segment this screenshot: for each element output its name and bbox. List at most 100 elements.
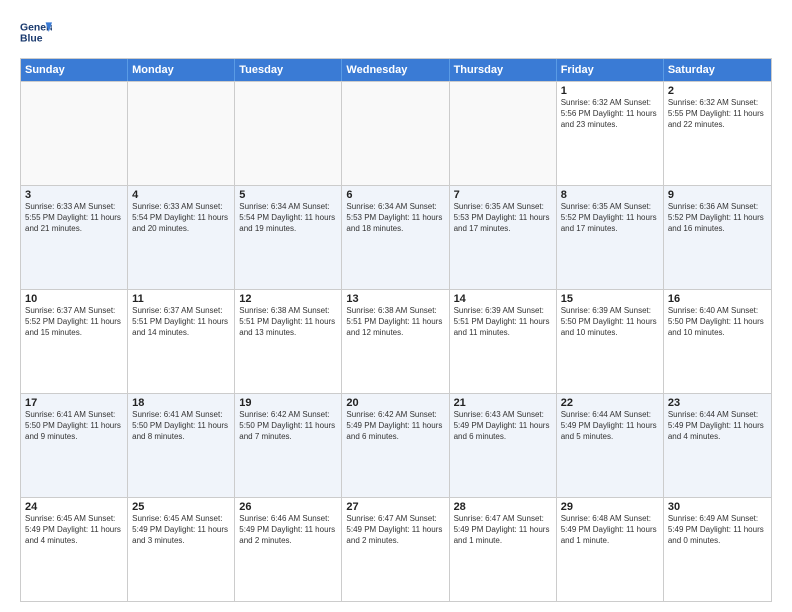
day-number: 12	[239, 293, 337, 305]
day-info: Sunrise: 6:44 AM Sunset: 5:49 PM Dayligh…	[561, 410, 659, 442]
calendar-cell: 6Sunrise: 6:34 AM Sunset: 5:53 PM Daylig…	[342, 186, 449, 289]
day-number: 5	[239, 189, 337, 201]
day-info: Sunrise: 6:41 AM Sunset: 5:50 PM Dayligh…	[132, 410, 230, 442]
day-info: Sunrise: 6:41 AM Sunset: 5:50 PM Dayligh…	[25, 410, 123, 442]
day-info: Sunrise: 6:45 AM Sunset: 5:49 PM Dayligh…	[132, 514, 230, 546]
day-number: 18	[132, 397, 230, 409]
day-number: 9	[668, 189, 767, 201]
calendar-cell: 26Sunrise: 6:46 AM Sunset: 5:49 PM Dayli…	[235, 498, 342, 601]
day-number: 16	[668, 293, 767, 305]
day-number: 7	[454, 189, 552, 201]
day-number: 23	[668, 397, 767, 409]
calendar-cell: 25Sunrise: 6:45 AM Sunset: 5:49 PM Dayli…	[128, 498, 235, 601]
calendar-cell: 5Sunrise: 6:34 AM Sunset: 5:54 PM Daylig…	[235, 186, 342, 289]
calendar-cell: 13Sunrise: 6:38 AM Sunset: 5:51 PM Dayli…	[342, 290, 449, 393]
day-info: Sunrise: 6:32 AM Sunset: 5:56 PM Dayligh…	[561, 98, 659, 130]
calendar-cell	[21, 82, 128, 185]
header-day-monday: Monday	[128, 59, 235, 81]
day-number: 28	[454, 501, 552, 513]
day-info: Sunrise: 6:42 AM Sunset: 5:49 PM Dayligh…	[346, 410, 444, 442]
calendar-cell: 11Sunrise: 6:37 AM Sunset: 5:51 PM Dayli…	[128, 290, 235, 393]
calendar-row: 24Sunrise: 6:45 AM Sunset: 5:49 PM Dayli…	[21, 497, 771, 601]
calendar-cell: 27Sunrise: 6:47 AM Sunset: 5:49 PM Dayli…	[342, 498, 449, 601]
day-number: 3	[25, 189, 123, 201]
calendar-cell: 10Sunrise: 6:37 AM Sunset: 5:52 PM Dayli…	[21, 290, 128, 393]
day-number: 20	[346, 397, 444, 409]
day-number: 8	[561, 189, 659, 201]
day-number: 29	[561, 501, 659, 513]
day-info: Sunrise: 6:39 AM Sunset: 5:51 PM Dayligh…	[454, 306, 552, 338]
day-info: Sunrise: 6:36 AM Sunset: 5:52 PM Dayligh…	[668, 202, 767, 234]
calendar-cell: 19Sunrise: 6:42 AM Sunset: 5:50 PM Dayli…	[235, 394, 342, 497]
calendar-header: SundayMondayTuesdayWednesdayThursdayFrid…	[21, 59, 771, 81]
day-info: Sunrise: 6:40 AM Sunset: 5:50 PM Dayligh…	[668, 306, 767, 338]
day-info: Sunrise: 6:43 AM Sunset: 5:49 PM Dayligh…	[454, 410, 552, 442]
calendar-body: 1Sunrise: 6:32 AM Sunset: 5:56 PM Daylig…	[21, 81, 771, 601]
calendar-cell: 29Sunrise: 6:48 AM Sunset: 5:49 PM Dayli…	[557, 498, 664, 601]
calendar-cell: 24Sunrise: 6:45 AM Sunset: 5:49 PM Dayli…	[21, 498, 128, 601]
page: General Blue SundayMondayTuesdayWednesda…	[0, 0, 792, 612]
calendar-cell: 17Sunrise: 6:41 AM Sunset: 5:50 PM Dayli…	[21, 394, 128, 497]
day-number: 26	[239, 501, 337, 513]
day-number: 25	[132, 501, 230, 513]
calendar-row: 1Sunrise: 6:32 AM Sunset: 5:56 PM Daylig…	[21, 81, 771, 185]
day-number: 24	[25, 501, 123, 513]
header-day-wednesday: Wednesday	[342, 59, 449, 81]
calendar-cell: 12Sunrise: 6:38 AM Sunset: 5:51 PM Dayli…	[235, 290, 342, 393]
calendar-cell: 9Sunrise: 6:36 AM Sunset: 5:52 PM Daylig…	[664, 186, 771, 289]
calendar-cell: 4Sunrise: 6:33 AM Sunset: 5:54 PM Daylig…	[128, 186, 235, 289]
day-number: 1	[561, 85, 659, 97]
calendar-cell: 2Sunrise: 6:32 AM Sunset: 5:55 PM Daylig…	[664, 82, 771, 185]
day-info: Sunrise: 6:33 AM Sunset: 5:54 PM Dayligh…	[132, 202, 230, 234]
day-info: Sunrise: 6:39 AM Sunset: 5:50 PM Dayligh…	[561, 306, 659, 338]
logo-icon: General Blue	[20, 16, 52, 48]
day-info: Sunrise: 6:46 AM Sunset: 5:49 PM Dayligh…	[239, 514, 337, 546]
day-info: Sunrise: 6:42 AM Sunset: 5:50 PM Dayligh…	[239, 410, 337, 442]
calendar-row: 3Sunrise: 6:33 AM Sunset: 5:55 PM Daylig…	[21, 185, 771, 289]
calendar-cell	[128, 82, 235, 185]
day-number: 15	[561, 293, 659, 305]
day-info: Sunrise: 6:33 AM Sunset: 5:55 PM Dayligh…	[25, 202, 123, 234]
calendar-cell: 16Sunrise: 6:40 AM Sunset: 5:50 PM Dayli…	[664, 290, 771, 393]
calendar-cell: 1Sunrise: 6:32 AM Sunset: 5:56 PM Daylig…	[557, 82, 664, 185]
header: General Blue	[20, 16, 772, 48]
day-info: Sunrise: 6:34 AM Sunset: 5:53 PM Dayligh…	[346, 202, 444, 234]
calendar-cell: 8Sunrise: 6:35 AM Sunset: 5:52 PM Daylig…	[557, 186, 664, 289]
day-number: 27	[346, 501, 444, 513]
day-info: Sunrise: 6:38 AM Sunset: 5:51 PM Dayligh…	[346, 306, 444, 338]
day-number: 17	[25, 397, 123, 409]
day-number: 11	[132, 293, 230, 305]
header-day-thursday: Thursday	[450, 59, 557, 81]
calendar-cell	[235, 82, 342, 185]
calendar-cell: 30Sunrise: 6:49 AM Sunset: 5:49 PM Dayli…	[664, 498, 771, 601]
header-day-saturday: Saturday	[664, 59, 771, 81]
calendar-cell	[450, 82, 557, 185]
day-info: Sunrise: 6:37 AM Sunset: 5:51 PM Dayligh…	[132, 306, 230, 338]
day-number: 10	[25, 293, 123, 305]
day-info: Sunrise: 6:37 AM Sunset: 5:52 PM Dayligh…	[25, 306, 123, 338]
calendar-cell: 22Sunrise: 6:44 AM Sunset: 5:49 PM Dayli…	[557, 394, 664, 497]
calendar-cell: 14Sunrise: 6:39 AM Sunset: 5:51 PM Dayli…	[450, 290, 557, 393]
calendar: SundayMondayTuesdayWednesdayThursdayFrid…	[20, 58, 772, 602]
day-info: Sunrise: 6:48 AM Sunset: 5:49 PM Dayligh…	[561, 514, 659, 546]
header-day-sunday: Sunday	[21, 59, 128, 81]
day-number: 22	[561, 397, 659, 409]
day-info: Sunrise: 6:32 AM Sunset: 5:55 PM Dayligh…	[668, 98, 767, 130]
calendar-cell: 28Sunrise: 6:47 AM Sunset: 5:49 PM Dayli…	[450, 498, 557, 601]
day-number: 19	[239, 397, 337, 409]
day-number: 4	[132, 189, 230, 201]
day-info: Sunrise: 6:35 AM Sunset: 5:52 PM Dayligh…	[561, 202, 659, 234]
calendar-cell: 18Sunrise: 6:41 AM Sunset: 5:50 PM Dayli…	[128, 394, 235, 497]
calendar-cell: 21Sunrise: 6:43 AM Sunset: 5:49 PM Dayli…	[450, 394, 557, 497]
day-info: Sunrise: 6:45 AM Sunset: 5:49 PM Dayligh…	[25, 514, 123, 546]
day-info: Sunrise: 6:47 AM Sunset: 5:49 PM Dayligh…	[454, 514, 552, 546]
svg-text:Blue: Blue	[20, 34, 43, 45]
day-info: Sunrise: 6:35 AM Sunset: 5:53 PM Dayligh…	[454, 202, 552, 234]
calendar-cell: 20Sunrise: 6:42 AM Sunset: 5:49 PM Dayli…	[342, 394, 449, 497]
day-info: Sunrise: 6:44 AM Sunset: 5:49 PM Dayligh…	[668, 410, 767, 442]
calendar-cell: 15Sunrise: 6:39 AM Sunset: 5:50 PM Dayli…	[557, 290, 664, 393]
calendar-cell: 23Sunrise: 6:44 AM Sunset: 5:49 PM Dayli…	[664, 394, 771, 497]
day-number: 13	[346, 293, 444, 305]
day-number: 14	[454, 293, 552, 305]
logo: General Blue	[20, 16, 52, 48]
